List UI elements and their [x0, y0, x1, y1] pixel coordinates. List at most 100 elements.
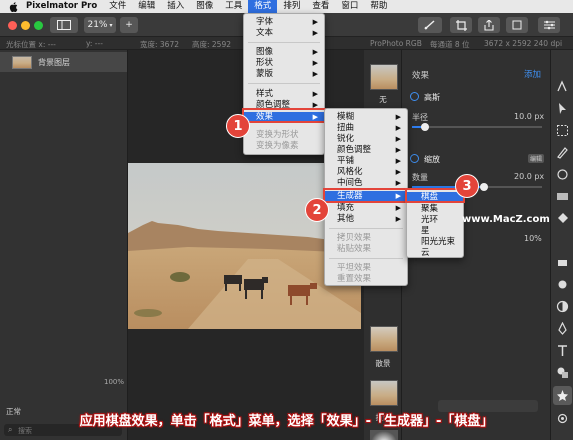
apple-icon[interactable] — [6, 0, 20, 13]
effects-menu-distort[interactable]: 扭曲 ▶ — [325, 123, 407, 133]
radius-value[interactable]: 10.0 px — [514, 112, 544, 121]
menu-separator — [329, 228, 403, 229]
generator-clouds[interactable]: 云 — [407, 248, 463, 258]
zoom-value: 21% — [87, 20, 108, 30]
sidebar-toggle-button[interactable] — [50, 17, 78, 33]
cursor-x: 光标位置 x: --- — [6, 40, 56, 49]
effects-menu-paste[interactable]: 粘贴效果 — [325, 244, 407, 254]
menu-separator — [248, 42, 320, 43]
add-effect-link[interactable]: 添加 — [524, 68, 541, 80]
settings-title: 效果 — [412, 71, 430, 81]
format-menu-image[interactable]: 图像 ▶ — [244, 47, 324, 57]
layer-opacity[interactable]: 100% — [104, 378, 124, 386]
expand-icon — [512, 20, 522, 30]
menu-help[interactable]: 帮助 — [364, 0, 393, 13]
eraser-tool-icon[interactable] — [556, 256, 569, 269]
effects-menu-halftone[interactable]: 中间色 ▶ — [325, 178, 407, 188]
effect-thumb-none[interactable] — [370, 64, 398, 90]
minimize-window-button[interactable] — [21, 21, 30, 30]
select-tool-icon[interactable] — [556, 102, 569, 115]
generator-halo[interactable]: 光环 — [407, 215, 463, 225]
effects-menu-other[interactable]: 其他 ▶ — [325, 214, 407, 224]
instruction-caption: 应用棋盘效果，单击「格式」菜单，选择「效果」-「生成器」-「棋盘」 — [79, 414, 494, 429]
gaussian-section-label[interactable]: 高斯 — [424, 92, 440, 103]
effects-menu-copy[interactable]: 拷贝效果 — [325, 233, 407, 243]
type-tool-icon[interactable] — [556, 344, 569, 357]
effects-menu-blur[interactable]: 模糊 ▶ — [325, 112, 407, 122]
amount-slider-knob[interactable] — [479, 183, 488, 191]
shape-tool-icon[interactable] — [556, 366, 569, 379]
effect-label-none: 无 — [379, 95, 387, 104]
retouch-tool-icon[interactable] — [556, 168, 569, 181]
zoom-window-button[interactable] — [34, 21, 43, 30]
paint-bucket-icon[interactable] — [556, 212, 569, 225]
brush-icon — [424, 20, 435, 30]
effect-thumb-distort[interactable] — [370, 380, 398, 406]
menu-bar: Pixelmator Pro 文件 编辑 插入 图像 工具 格式 排列 查看 窗… — [0, 0, 573, 13]
tools-palette — [550, 50, 573, 440]
effects-menu-sharpen[interactable]: 锐化 ▶ — [325, 134, 407, 144]
crop-icon — [455, 19, 467, 31]
effect-thumb-more[interactable] — [370, 430, 398, 440]
format-menu-style[interactable]: 样式 ▶ — [244, 89, 324, 99]
close-window-button[interactable] — [8, 21, 17, 30]
format-menu-convert-shape[interactable]: 变换为形状 — [244, 130, 324, 140]
color-adjust-icon[interactable] — [556, 300, 569, 313]
share-button[interactable] — [478, 17, 500, 33]
effects-menu-fill[interactable]: 填充 ▶ — [325, 203, 407, 213]
effects-menu-flatten[interactable]: 平坦效果 — [325, 263, 407, 273]
layer-item[interactable]: 背景图层 — [0, 52, 127, 72]
canvas-height: 高度: 2592 — [192, 40, 231, 49]
radius-slider-track[interactable] — [412, 126, 542, 128]
menu-arrange[interactable]: 排列 — [277, 0, 306, 13]
adjustments-button[interactable] — [538, 17, 560, 33]
amount-value[interactable]: 20.0 px — [514, 172, 544, 181]
paint-tool-button[interactable] — [418, 17, 442, 33]
effects-menu-stylize[interactable]: 风格化 ▶ — [325, 167, 407, 177]
zoom-select[interactable]: 21% ▾ — [84, 17, 116, 33]
image-dimensions: 3672 x 2592 240 dpi — [484, 39, 563, 48]
gradient-tool-icon[interactable] — [556, 190, 569, 203]
edit-badge[interactable]: 编辑 — [528, 154, 545, 163]
format-menu-mask[interactable]: 蒙版 ▶ — [244, 69, 324, 79]
fit-button[interactable] — [506, 17, 528, 33]
format-menu-shape[interactable]: 形状 ▶ — [244, 58, 324, 68]
opacity-value[interactable]: 10% — [524, 234, 542, 243]
effects-tool-button[interactable] — [553, 386, 572, 405]
effects-menu-color-adjust[interactable]: 颜色调整 ▶ — [325, 145, 407, 155]
layer-thumbnail — [12, 56, 32, 69]
zoom-blur-toggle[interactable] — [410, 154, 419, 163]
menu-view[interactable]: 查看 — [306, 0, 335, 13]
gaussian-toggle[interactable] — [410, 92, 419, 101]
menu-insert[interactable]: 插入 — [161, 0, 190, 13]
format-menu-convert-pixels[interactable]: 变换为像素 — [244, 141, 324, 151]
menu-image[interactable]: 图像 — [190, 0, 219, 13]
menu-app-name[interactable]: Pixelmator Pro — [20, 0, 103, 13]
generator-cluster[interactable]: 聚集 — [407, 204, 463, 214]
generator-star[interactable]: 星 — [407, 226, 463, 236]
pen-tool-icon[interactable] — [556, 146, 569, 159]
menu-separator — [329, 258, 403, 259]
menu-edit[interactable]: 编辑 — [132, 0, 161, 13]
selection-tool-icon[interactable] — [556, 124, 569, 137]
radius-slider-knob[interactable] — [421, 123, 429, 131]
effects-menu-reset[interactable]: 重置效果 — [325, 274, 407, 284]
menu-format[interactable]: 格式 — [248, 0, 278, 13]
zoom-blur-section-label[interactable]: 缩放 — [424, 154, 440, 165]
menu-tools[interactable]: 工具 — [219, 0, 248, 13]
format-menu-font[interactable]: 字体 ▶ — [244, 17, 324, 27]
menu-window[interactable]: 窗口 — [335, 0, 364, 13]
add-button[interactable]: + — [120, 17, 138, 33]
pen-path-icon[interactable] — [556, 322, 569, 335]
sliders-icon — [543, 20, 555, 30]
step-2-marker: 2 — [305, 198, 329, 222]
menu-file[interactable]: 文件 — [103, 0, 132, 13]
format-menu-text[interactable]: 文本 ▶ — [244, 28, 324, 38]
crop-tool-button[interactable] — [450, 17, 472, 33]
clone-tool-icon[interactable] — [556, 278, 569, 291]
effect-thumb-bokeh[interactable] — [370, 326, 398, 352]
step-1-marker: 1 — [226, 114, 250, 138]
effects-menu-tile[interactable]: 平铺 ▶ — [325, 156, 407, 166]
generator-sunbeams[interactable]: 阳光光束 — [407, 237, 463, 247]
arrange-tool-icon[interactable] — [556, 80, 569, 93]
